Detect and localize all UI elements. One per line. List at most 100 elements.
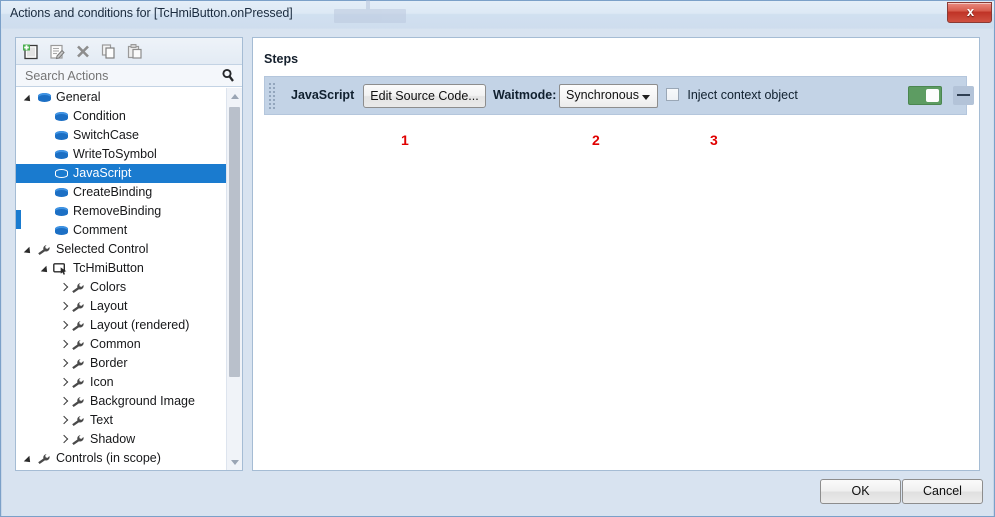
- wrench-icon: [70, 278, 87, 297]
- scroll-up-button[interactable]: [227, 88, 242, 104]
- tree-item-label: Condition: [73, 109, 126, 123]
- scrollbar-thumb[interactable]: [229, 107, 240, 377]
- step-enabled-toggle[interactable]: [908, 86, 942, 105]
- waitmode-select[interactable]: Synchronous: [559, 84, 658, 108]
- paste-action-icon[interactable]: [125, 42, 145, 61]
- tree-item-label: Icon: [90, 375, 114, 389]
- annotation-number-2: 2: [592, 132, 600, 148]
- tree-item-general[interactable]: General: [16, 88, 242, 107]
- remove-step-button[interactable]: [953, 86, 974, 105]
- new-action-icon[interactable]: [21, 42, 41, 61]
- twisty-collapsed-icon[interactable]: [58, 373, 70, 392]
- action-puck-icon: [53, 202, 70, 221]
- twisty-collapsed-icon[interactable]: [58, 297, 70, 316]
- tree-item-common[interactable]: Common: [16, 335, 242, 354]
- tree-item-layout[interactable]: Layout: [16, 297, 242, 316]
- tree-item-icon[interactable]: Icon: [16, 373, 242, 392]
- tree-item-controls-in-scope[interactable]: Controls (in scope): [16, 449, 242, 468]
- twisty-expanded-icon[interactable]: [24, 88, 36, 107]
- checkbox-box: [666, 88, 679, 101]
- action-puck-icon: [36, 88, 53, 107]
- tree-item-tchmibutton[interactable]: TcHmiButton: [16, 259, 242, 278]
- cancel-button[interactable]: Cancel: [902, 479, 983, 504]
- edit-source-code-button[interactable]: Edit Source Code...: [363, 84, 486, 108]
- tree-item-label: Border: [90, 356, 128, 370]
- wrench-icon: [70, 411, 87, 430]
- twisty-collapsed-icon[interactable]: [58, 278, 70, 297]
- actions-tree[interactable]: General Condition SwitchCase WriteToSymbol J…: [16, 88, 242, 470]
- minus-icon: [957, 94, 970, 96]
- wrench-icon: [70, 297, 87, 316]
- wrench-icon: [70, 392, 87, 411]
- scroll-down-button[interactable]: [227, 454, 242, 470]
- twisty-collapsed-icon[interactable]: [58, 411, 70, 430]
- toggle-knob: [926, 89, 939, 102]
- wrench-icon: [70, 316, 87, 335]
- action-puck-icon: [53, 183, 70, 202]
- tree-item-condition[interactable]: Condition: [16, 107, 242, 126]
- copy-action-icon[interactable]: [99, 42, 119, 61]
- tree-item-comment[interactable]: Comment: [16, 221, 242, 240]
- window-title: Actions and conditions for [TcHmiButton.…: [10, 6, 293, 20]
- inject-context-checkbox[interactable]: Inject context object: [666, 88, 798, 102]
- step-row[interactable]: JavaScript Edit Source Code... Waitmode:…: [264, 76, 974, 115]
- wrench-icon: [70, 335, 87, 354]
- tree-item-label: Text: [90, 413, 113, 427]
- twisty-collapsed-icon[interactable]: [58, 354, 70, 373]
- tree-item-label: Selected Control: [56, 242, 149, 256]
- twisty-collapsed-icon[interactable]: [58, 335, 70, 354]
- actions-toolbar: [16, 38, 242, 65]
- tree-item-writetosymbol[interactable]: WriteToSymbol: [16, 145, 242, 164]
- twisty-expanded-icon[interactable]: [24, 240, 36, 259]
- control-icon: [53, 259, 70, 278]
- tree-item-border[interactable]: Border: [16, 354, 242, 373]
- tree-item-text[interactable]: Text: [16, 411, 242, 430]
- tree-item-label: WriteToSymbol: [73, 147, 157, 161]
- tree-item-switchcase[interactable]: SwitchCase: [16, 126, 242, 145]
- tree-item-label: General: [56, 90, 101, 104]
- tree-item-label: CreateBinding: [73, 185, 153, 199]
- tree-item-background-image[interactable]: Background Image: [16, 392, 242, 411]
- action-puck-icon: [53, 126, 70, 145]
- delete-action-icon[interactable]: [73, 42, 93, 61]
- tree-item-layout-rendered[interactable]: Layout (rendered): [16, 316, 242, 335]
- tree-item-shadow[interactable]: Shadow: [16, 430, 242, 449]
- search-icon[interactable]: [221, 68, 235, 83]
- action-puck-icon: [53, 145, 70, 164]
- step-drag-handle[interactable]: [269, 83, 275, 110]
- waitmode-value: Synchronous: [566, 88, 639, 102]
- wrench-icon: [70, 354, 87, 373]
- twisty-expanded-icon[interactable]: [24, 449, 36, 468]
- ok-button[interactable]: OK: [820, 479, 901, 504]
- tree-item-label: JavaScript: [73, 166, 132, 180]
- search-input[interactable]: [23, 68, 208, 84]
- title-watermark: [334, 0, 406, 23]
- steps-panel: Steps JavaScript Edit Source Code... Wai…: [252, 37, 980, 471]
- twisty-collapsed-icon[interactable]: [58, 316, 70, 335]
- tree-item-label: RemoveBinding: [73, 204, 162, 218]
- tree-item-createbinding[interactable]: CreateBinding: [16, 183, 242, 202]
- tree-scrollbar[interactable]: [226, 88, 242, 470]
- action-puck-icon: [53, 164, 70, 183]
- close-button[interactable]: x: [947, 2, 992, 23]
- annotation-number-1: 1: [401, 132, 409, 148]
- tree-item-removebinding[interactable]: RemoveBinding: [16, 202, 242, 221]
- tree-item-javascript[interactable]: JavaScript: [16, 164, 242, 183]
- action-puck-icon: [53, 107, 70, 126]
- tree-item-selected-control[interactable]: Selected Control: [16, 240, 242, 259]
- edit-action-icon[interactable]: [47, 42, 67, 61]
- close-icon: x: [966, 4, 975, 19]
- tree-item-colors[interactable]: Colors: [16, 278, 242, 297]
- tree-item-label: Colors: [90, 280, 127, 294]
- tree-item-label: Layout: [90, 299, 128, 313]
- twisty-expanded-icon[interactable]: [41, 259, 53, 278]
- action-puck-icon: [53, 221, 70, 240]
- twisty-collapsed-icon[interactable]: [58, 430, 70, 449]
- twisty-collapsed-icon[interactable]: [58, 392, 70, 411]
- dialog-window: Actions and conditions for [TcHmiButton.…: [0, 0, 995, 517]
- chevron-down-icon: [642, 95, 650, 100]
- client-area: General Condition SwitchCase WriteToSymbol J…: [2, 29, 993, 516]
